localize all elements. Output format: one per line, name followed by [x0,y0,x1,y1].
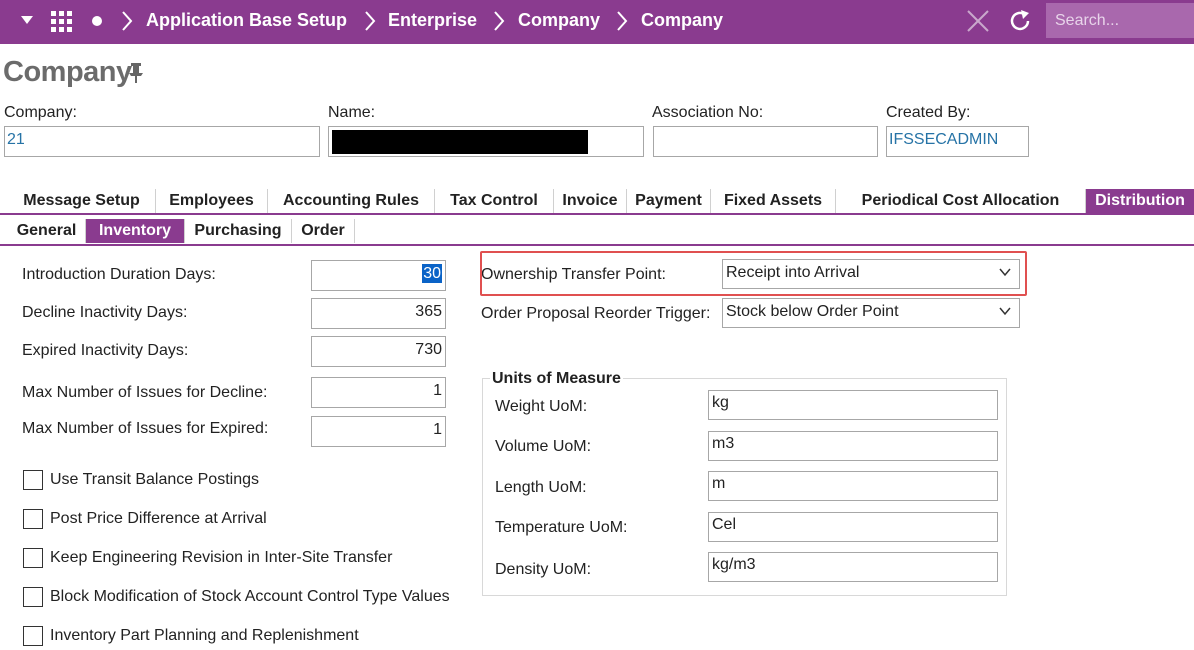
subtab-purchasing[interactable]: Purchasing [185,219,292,243]
units-of-measure-title: Units of Measure [490,370,623,388]
inventory-part-planning-checkbox[interactable] [23,626,43,646]
density-uom-field[interactable]: kg/m3 [708,552,998,582]
redacted-name [332,130,588,154]
max-issues-expired-field[interactable]: 1 [311,416,446,447]
page-title: Company [3,56,132,88]
transit-balance-checkbox[interactable] [23,470,43,490]
company-field[interactable]: 21 [4,126,320,157]
sub-tabs: General Inventory Purchasing Order [8,219,355,243]
reorder-trigger-label: Order Proposal Reorder Trigger: [481,305,711,322]
length-uom-field[interactable]: m [708,471,998,501]
density-uom-label: Density UoM: [495,561,592,578]
tab-accounting-rules[interactable]: Accounting Rules [268,189,435,213]
subtab-order[interactable]: Order [292,219,355,243]
decline-inactivity-field[interactable]: 365 [311,298,446,329]
tab-employees[interactable]: Employees [156,189,268,213]
tab-invoice[interactable]: Invoice [554,189,627,213]
app-grid-icon[interactable] [50,10,74,34]
subtab-general[interactable]: General [8,219,86,243]
reorder-trigger-value: Stock below Order Point [726,303,899,320]
created-by-field[interactable]: IFSSECADMIN [886,126,1029,157]
temperature-uom-field[interactable]: Cel [708,512,998,542]
weight-uom-label: Weight UoM: [495,398,588,415]
intro-duration-label: Introduction Duration Days: [22,266,216,283]
max-issues-decline-label: Max Number of Issues for Decline: [22,384,268,401]
breadcrumb-item[interactable]: Company [641,10,723,31]
tab-tax-control[interactable]: Tax Control [435,189,554,213]
association-label: Association No: [652,104,764,121]
subtabs-divider [0,244,1194,246]
chevron-right-icon [122,11,133,31]
pin-icon[interactable] [126,62,146,84]
refresh-icon[interactable] [1007,8,1033,34]
transit-balance-label: Use Transit Balance Postings [50,471,259,488]
block-modification-checkbox[interactable] [23,587,43,607]
volume-uom-label: Volume UoM: [495,438,592,455]
weight-uom-field[interactable]: kg [708,390,998,420]
chevron-down-icon [999,307,1011,316]
length-uom-label: Length UoM: [495,479,587,496]
home-dot-icon[interactable] [91,15,103,27]
created-by-label: Created By: [886,104,971,121]
max-issues-expired-label: Max Number of Issues for Expired: [22,420,269,437]
chevron-right-icon [617,11,628,31]
chevron-right-icon [365,11,376,31]
expired-inactivity-field[interactable]: 730 [311,336,446,367]
close-icon[interactable] [966,9,990,33]
temperature-uom-label: Temperature UoM: [495,519,628,536]
tab-message-setup[interactable]: Message Setup [8,189,156,213]
tab-distribution[interactable]: Distribution [1086,189,1194,213]
intro-duration-field[interactable]: 30 [311,260,446,291]
volume-uom-field[interactable]: m3 [708,431,998,461]
intro-duration-value: 30 [422,264,442,283]
expired-inactivity-label: Expired Inactivity Days: [22,342,189,359]
company-label: Company: [4,104,77,121]
keep-engineering-revision-checkbox[interactable] [23,548,43,568]
breadcrumb-item[interactable]: Application Base Setup [146,10,347,31]
tab-fixed-assets[interactable]: Fixed Assets [711,189,836,213]
highlight-annotation [480,251,1027,296]
tab-payment[interactable]: Payment [627,189,711,213]
main-tabs: Message Setup Employees Accounting Rules… [8,189,1194,213]
post-price-difference-checkbox[interactable] [23,509,43,529]
inventory-part-planning-label: Inventory Part Planning and Replenishmen… [50,627,359,644]
breadcrumb-item[interactable]: Enterprise [388,10,477,31]
caret-down-icon[interactable] [20,15,34,25]
reorder-trigger-dropdown[interactable]: Stock below Order Point [722,298,1020,328]
post-price-difference-label: Post Price Difference at Arrival [50,510,267,527]
max-issues-decline-field[interactable]: 1 [311,377,446,408]
name-field[interactable] [328,126,644,157]
decline-inactivity-label: Decline Inactivity Days: [22,304,188,321]
breadcrumb-item[interactable]: Company [518,10,600,31]
keep-engineering-revision-label: Keep Engineering Revision in Inter-Site … [50,549,393,566]
subtab-inventory[interactable]: Inventory [86,219,185,243]
chevron-right-icon [494,11,505,31]
top-navigation-bar: Application Base Setup Enterprise Compan… [0,0,1194,44]
name-label: Name: [328,104,376,121]
block-modification-label: Block Modification of Stock Account Cont… [50,588,450,605]
search-input[interactable]: Search... [1046,3,1194,38]
association-field[interactable] [653,126,878,157]
tabs-divider [0,213,1194,215]
tab-periodical-cost-allocation[interactable]: Periodical Cost Allocation [836,189,1086,213]
